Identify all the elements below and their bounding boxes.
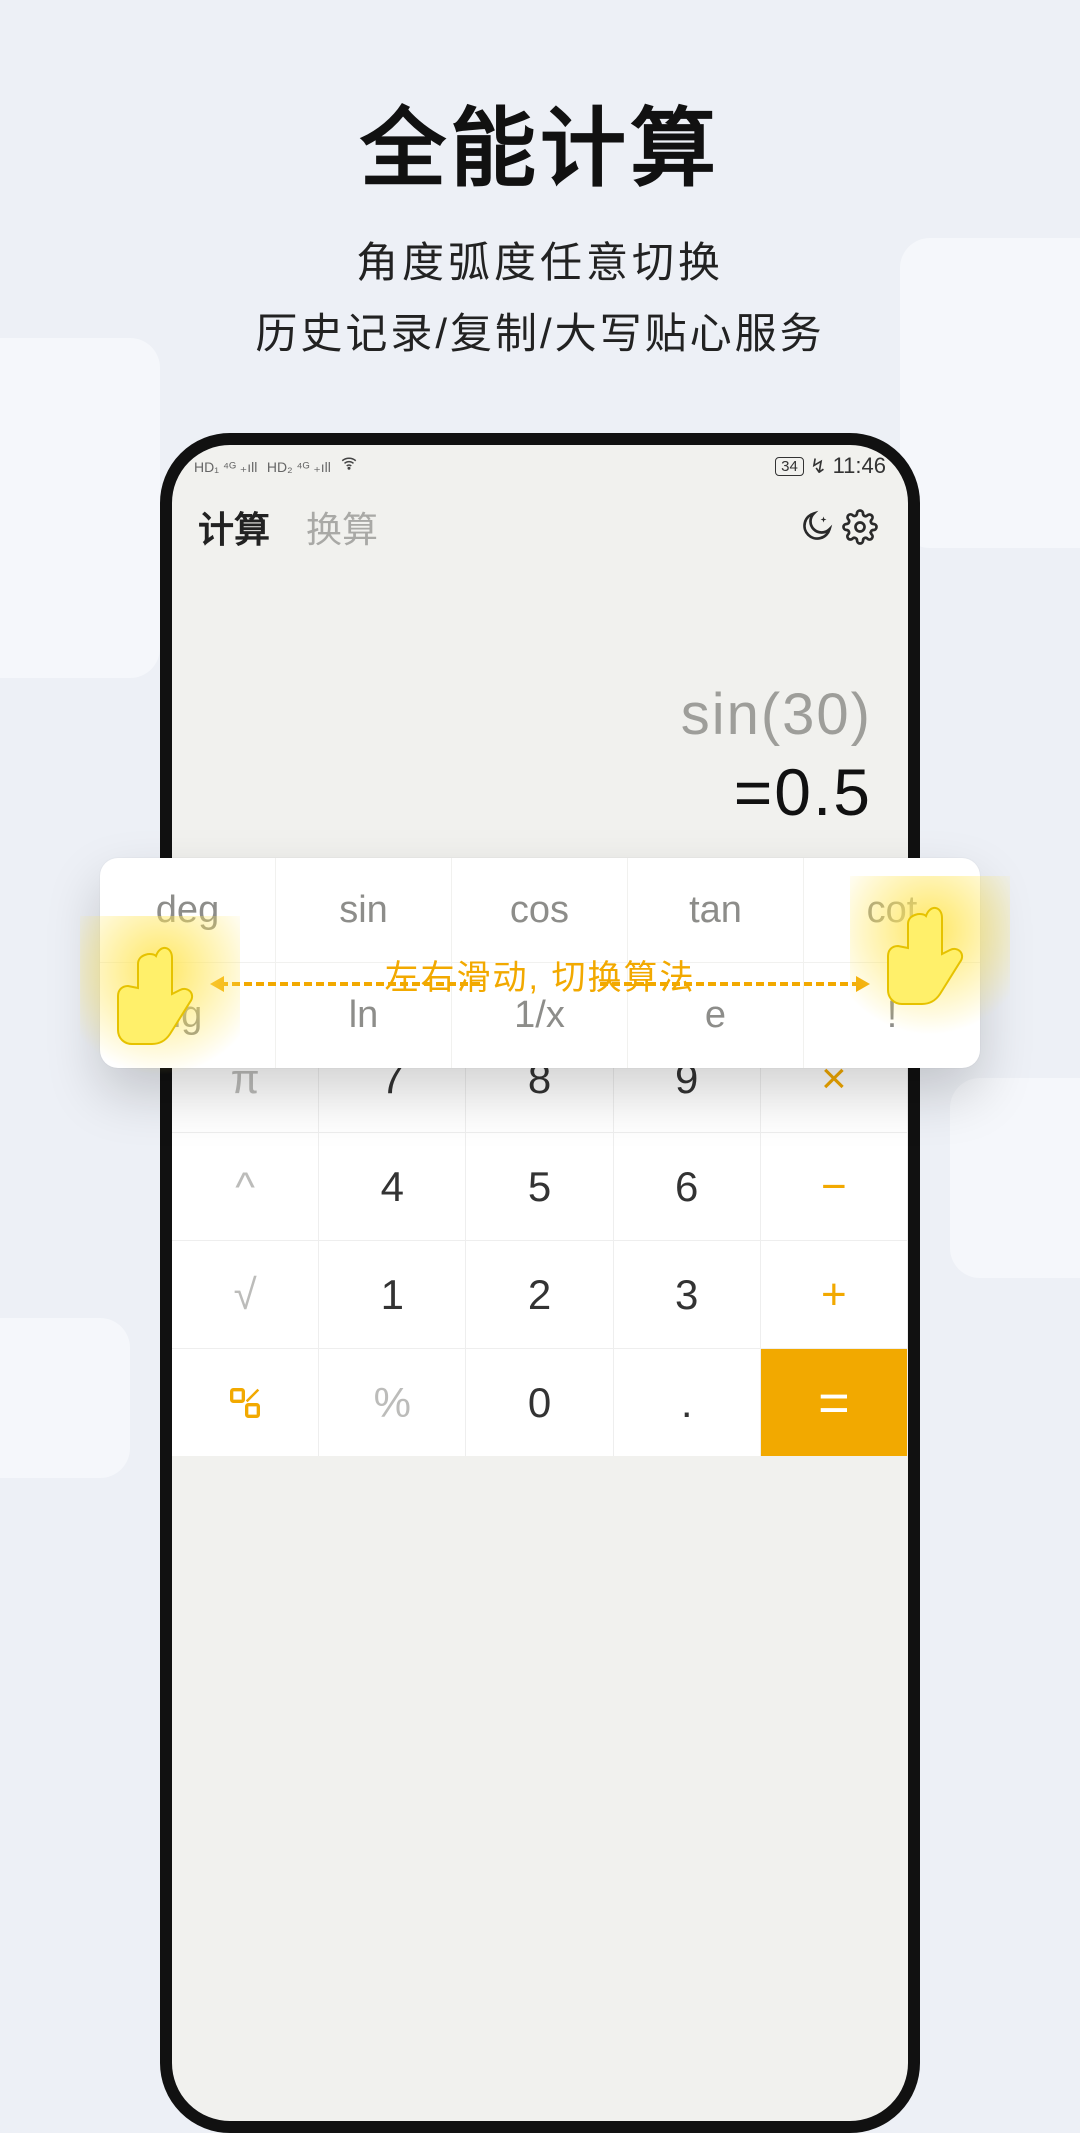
sci-key-e[interactable]: e <box>628 963 804 1068</box>
scientific-panel: degsincostancot lgln1/xe! <box>100 858 980 1068</box>
sci-key-ln[interactable]: ln <box>276 963 452 1068</box>
key-[interactable]: = <box>761 1348 908 1456</box>
status-bar: HD₁⁴ᴳ ₊ıll HD₂⁴ᴳ ₊ıll 34 ↯ 11:46 <box>172 445 908 479</box>
key-6[interactable]: 6 <box>614 1132 761 1240</box>
expression-display: sin(30) <box>208 681 872 748</box>
phone-mockup: HD₁⁴ᴳ ₊ıll HD₂⁴ᴳ ₊ıll 34 ↯ 11:46 计算 换算 s… <box>160 433 920 2133</box>
sci-key-1x[interactable]: 1/x <box>452 963 628 1068</box>
key-3[interactable]: 3 <box>614 1240 761 1348</box>
key-4[interactable]: 4 <box>319 1132 466 1240</box>
status-right: 34 ↯ 11:46 <box>775 453 886 479</box>
tab-convert[interactable]: 换算 <box>306 501 378 553</box>
tab-calculate[interactable]: 计算 <box>198 501 270 553</box>
key-2[interactable]: 2 <box>466 1240 613 1348</box>
sci-key-deg[interactable]: deg <box>100 858 276 963</box>
key-[interactable]: − <box>761 1132 908 1240</box>
wifi-icon <box>340 454 358 474</box>
settings-icon[interactable] <box>838 505 882 549</box>
result-display: =0.5 <box>208 754 872 830</box>
key-1[interactable]: 1 <box>319 1240 466 1348</box>
key-0[interactable]: 0 <box>466 1348 613 1456</box>
key-[interactable]: √ <box>172 1240 319 1348</box>
key-fraction[interactable] <box>172 1348 319 1456</box>
sci-key-tan[interactable]: tan <box>628 858 804 963</box>
sci-key-cos[interactable]: cos <box>452 858 628 963</box>
sci-key-lg[interactable]: lg <box>100 963 276 1068</box>
status-left: HD₁⁴ᴳ ₊ıll HD₂⁴ᴳ ₊ıll <box>194 454 362 478</box>
sci-key-cot[interactable]: cot <box>804 858 980 963</box>
hero-title: 全能计算 <box>0 78 1080 203</box>
key-[interactable]: % <box>319 1348 466 1456</box>
key-[interactable]: ^ <box>172 1132 319 1240</box>
sci-key-sin[interactable]: sin <box>276 858 452 963</box>
key-[interactable]: + <box>761 1240 908 1348</box>
sci-key-[interactable]: ! <box>804 963 980 1068</box>
key-5[interactable]: 5 <box>466 1132 613 1240</box>
dark-mode-icon[interactable] <box>794 505 838 549</box>
key-[interactable]: . <box>614 1348 761 1456</box>
